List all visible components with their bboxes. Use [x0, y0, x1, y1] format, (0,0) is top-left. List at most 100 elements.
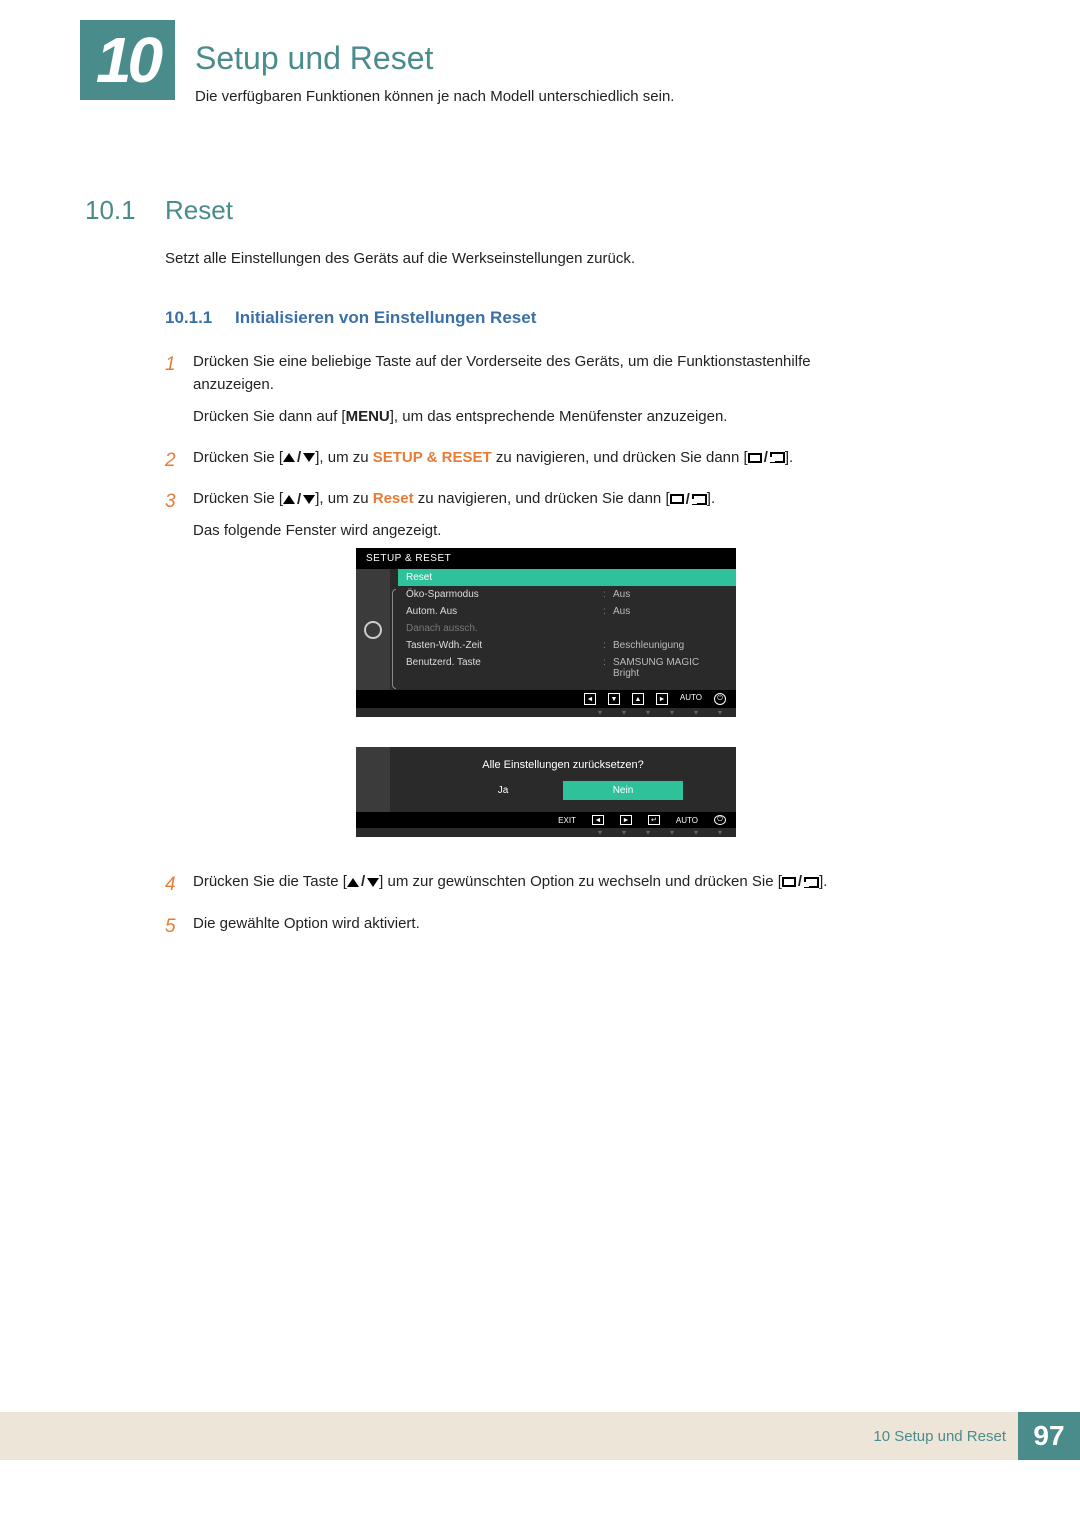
steps-top: 1 Drücken Sie eine beliebige Taste auf d… [165, 350, 895, 560]
osd-options: Ja Nein [400, 781, 726, 800]
triangle-up-icon [283, 495, 295, 504]
triangle-down-icon [303, 453, 315, 462]
nav-right-icon: ► [620, 815, 632, 825]
nav-up-icon: ▲ [632, 693, 644, 705]
txt: ]. [785, 449, 793, 466]
osd-row-value: Beschleunigung [613, 640, 728, 651]
osd-row-value: Aus [613, 606, 728, 617]
step-number: 5 [165, 912, 193, 943]
osd-row-reset: Reset [398, 569, 736, 586]
osd-area: SETUP & RESET Reset Öko-Sparmodus : Aus … [356, 548, 736, 867]
osd-control-bar: ◄ ▼ ▲ ► AUTO ⏻ [356, 690, 736, 708]
step-number: 2 [165, 446, 193, 478]
osd-question: Alle Einstellungen zurücksetzen? [400, 759, 726, 771]
osd-row-value: SAMSUNG MAGIC Bright [613, 657, 728, 679]
step-text: Drücken Sie die Taste [/] um zur gewünsc… [193, 870, 895, 902]
txt: ], um zu [315, 449, 373, 466]
osd-marker-row: ▾▾▾▾▾▾ [356, 828, 736, 837]
txt: Drücken Sie [ [193, 490, 283, 507]
txt: ] um zur gewünschten Option zu wechseln … [379, 873, 782, 890]
select-icon: / [782, 870, 819, 893]
section-number: 10.1 [85, 195, 136, 226]
rect-icon [748, 453, 762, 463]
step-5a: Die gewählte Option wird aktiviert. [193, 912, 895, 935]
auto-label: AUTO [680, 693, 702, 705]
osd-row-disabled: Danach aussch. [398, 620, 736, 637]
step-text: Die gewählte Option wird aktiviert. [193, 912, 895, 943]
step-1: 1 Drücken Sie eine beliebige Taste auf d… [165, 350, 895, 436]
txt: ], um zu [315, 490, 373, 507]
page-number: 97 [1018, 1412, 1080, 1460]
rect-icon [782, 877, 796, 887]
section-title: Reset [165, 195, 233, 226]
nav-down-icon: ▼ [608, 693, 620, 705]
exit-label: EXIT [558, 816, 576, 825]
txt: Drücken Sie die Taste [ [193, 873, 347, 890]
subsection-number: 10.1.1 [165, 308, 212, 328]
subsection-title: Initialisieren von Einstellungen Reset [235, 308, 536, 328]
select-icon: / [670, 488, 707, 511]
step-text: Drücken Sie eine beliebige Taste auf der… [193, 350, 895, 436]
step-number: 1 [165, 350, 193, 436]
osd-row-label: Danach aussch. [406, 623, 728, 634]
osd-row: Benutzerd. Taste : SAMSUNG MAGIC Bright [398, 654, 736, 682]
up-down-icon: / [283, 488, 315, 511]
select-icon: / [748, 446, 785, 469]
step-4: 4 Drücken Sie die Taste [/] um zur gewün… [165, 870, 895, 902]
step-1a: Drücken Sie eine beliebige Taste auf der… [193, 350, 895, 397]
osd-row-label: Benutzerd. Taste [406, 657, 603, 679]
txt: ]. [819, 873, 827, 890]
osd-marker-row: ▾▾▾▾▾▾ [356, 708, 736, 717]
chapter-number: 10 [96, 23, 159, 97]
osd-row-label: Autom. Aus [406, 606, 603, 617]
txt: ]. [707, 490, 715, 507]
chapter-subtitle: Die verfügbaren Funktionen können je nac… [195, 88, 674, 105]
rect-icon [670, 494, 684, 504]
step-number: 3 [165, 487, 193, 550]
footer-text: 10 Setup und Reset [873, 1428, 1006, 1445]
osd-row-label: Öko-Sparmodus [406, 589, 603, 600]
section-desc: Setzt alle Einstellungen des Geräts auf … [165, 250, 635, 267]
accent-text: SETUP & RESET [373, 449, 492, 466]
enter-icon [770, 452, 785, 463]
step-5: 5 Die gewählte Option wird aktiviert. [165, 912, 895, 943]
osd-title: SETUP & RESET [356, 548, 736, 569]
txt: Drücken Sie [ [193, 449, 283, 466]
step-3b: Das folgende Fenster wird angezeigt. [193, 519, 895, 542]
page: 10 Setup und Reset Die verfügbaren Funkt… [0, 0, 1080, 1460]
osd-row: Tasten-Wdh.-Zeit : Beschleunigung [398, 637, 736, 654]
osd-left-strip [356, 747, 390, 812]
osd-row-label: Reset [406, 572, 728, 583]
chapter-badge: 10 [80, 20, 175, 100]
osd-control-bar: EXIT ◄ ► ↵ AUTO ⏻ [356, 812, 736, 828]
triangle-up-icon [283, 453, 295, 462]
auto-label: AUTO [676, 816, 698, 825]
osd-row-label: Tasten-Wdh.-Zeit [406, 640, 603, 651]
steps-bottom: 4 Drücken Sie die Taste [/] um zur gewün… [165, 870, 895, 953]
enter-icon [804, 877, 819, 888]
step-3: 3 Drücken Sie [/], um zu Reset zu navigi… [165, 487, 895, 550]
chapter-title: Setup und Reset [195, 40, 433, 77]
txt: zu navigieren, und drücken Sie dann [ [414, 490, 670, 507]
osd-list: Reset Öko-Sparmodus : Aus Autom. Aus : A… [390, 569, 736, 690]
bracket-icon [392, 589, 396, 689]
nav-left-icon: ◄ [592, 815, 604, 825]
txt: ], um das entsprechende Menüfenster anzu… [390, 408, 728, 425]
step-1b: Drücken Sie dann auf [MENU], um das ents… [193, 405, 895, 428]
up-down-icon: / [283, 446, 315, 469]
menu-label: MENU [346, 408, 390, 425]
step-2: 2 Drücken Sie [/], um zu SETUP & RESET z… [165, 446, 895, 478]
osd-option-yes: Ja [443, 781, 563, 800]
nav-left-icon: ◄ [584, 693, 596, 705]
step-4a: Drücken Sie die Taste [/] um zur gewünsc… [193, 870, 895, 894]
step-3a: Drücken Sie [/], um zu Reset zu navigier… [193, 487, 895, 511]
osd-row: Öko-Sparmodus : Aus [398, 586, 736, 603]
txt: Drücken Sie dann auf [ [193, 408, 346, 425]
triangle-down-icon [303, 495, 315, 504]
txt: zu navigieren, und drücken Sie dann [ [492, 449, 748, 466]
step-text: Drücken Sie [/], um zu Reset zu navigier… [193, 487, 895, 550]
step-number: 4 [165, 870, 193, 902]
step-text: Drücken Sie [/], um zu SETUP & RESET zu … [193, 446, 895, 478]
osd-row: Autom. Aus : Aus [398, 603, 736, 620]
up-down-icon: / [347, 870, 379, 893]
